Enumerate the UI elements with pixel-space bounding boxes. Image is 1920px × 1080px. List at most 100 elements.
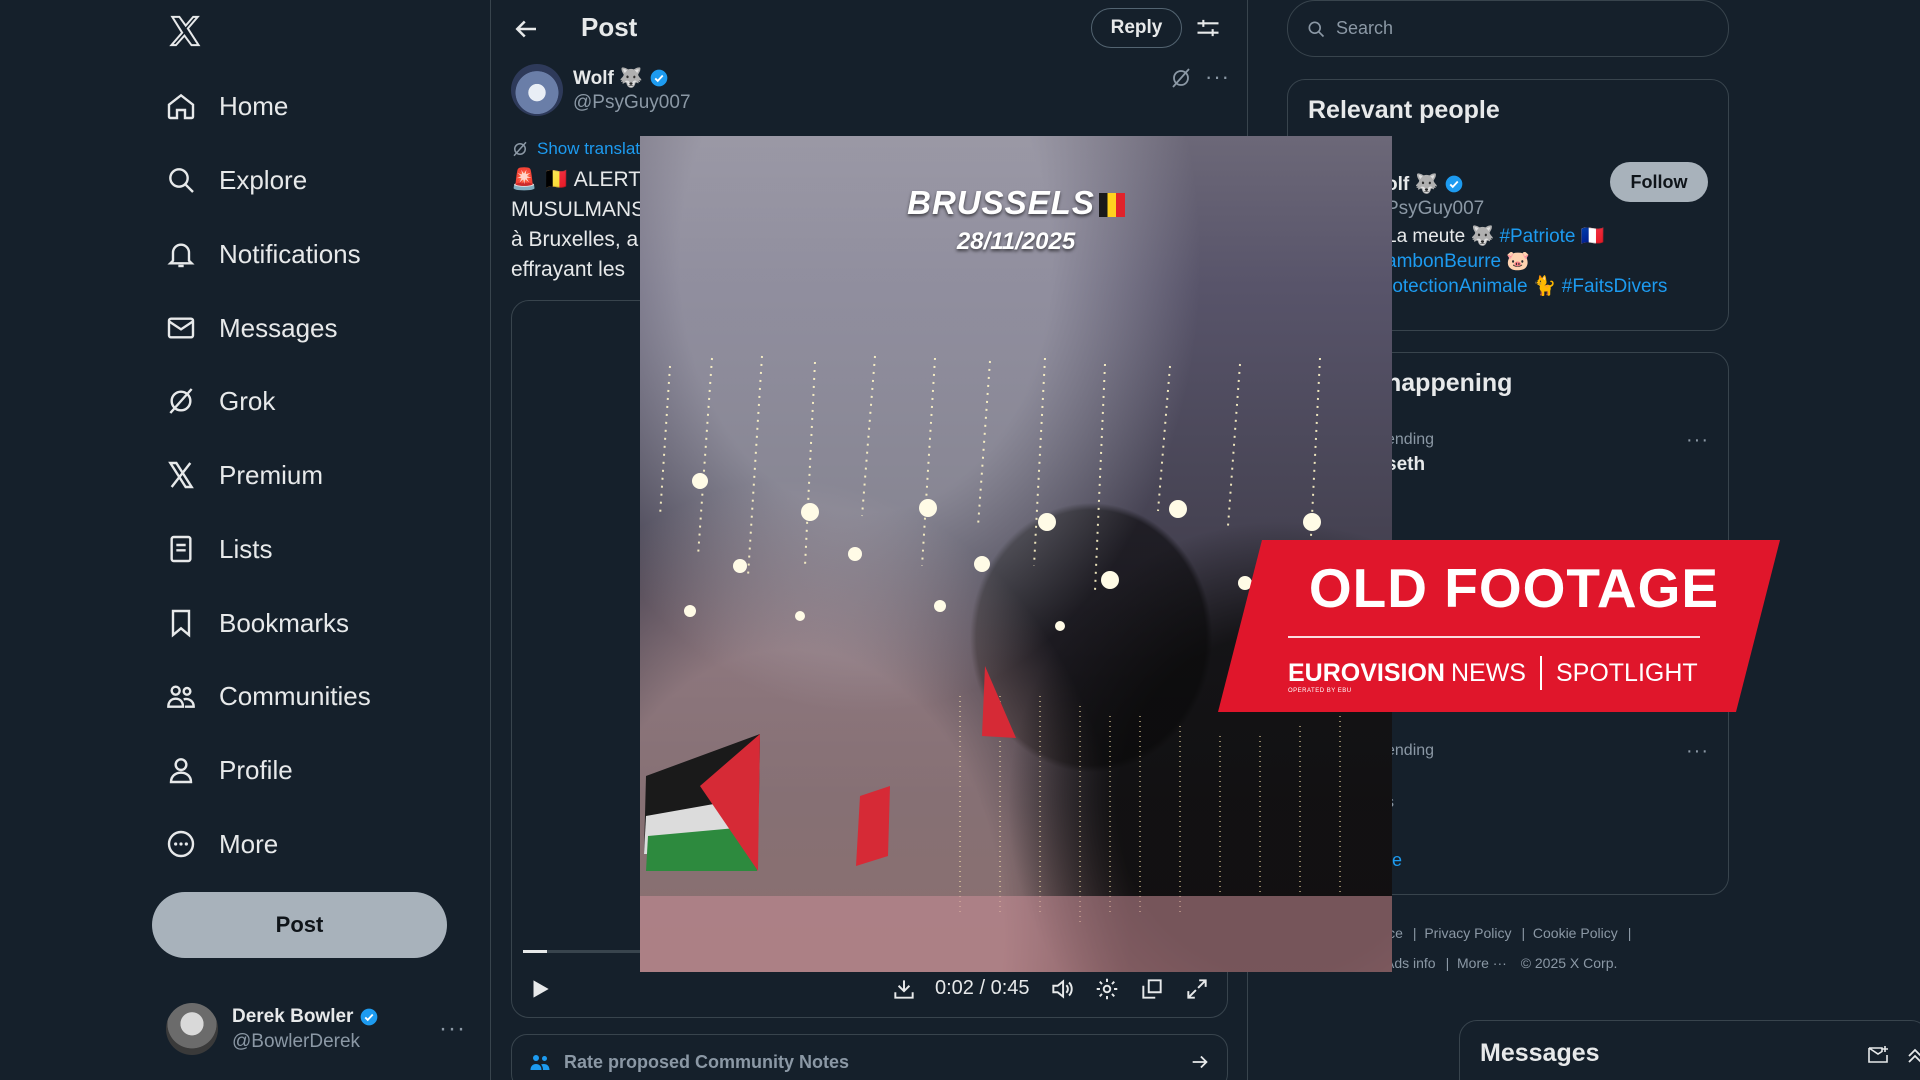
account-handle: @BowlerDerek <box>232 1030 361 1052</box>
post-button[interactable]: Post <box>152 892 447 958</box>
banner-divider <box>1288 636 1700 638</box>
nav-notifications[interactable]: Notifications <box>165 229 361 279</box>
people-icon <box>167 685 195 708</box>
nav-messages-label: Messages <box>219 312 338 343</box>
nav-home[interactable]: Home <box>165 81 288 131</box>
nav-messages[interactable]: Messages <box>165 303 338 353</box>
belgium-flag-icon <box>1098 193 1125 217</box>
video-progress-fill <box>523 950 547 953</box>
eurovision-logo: EUROVISION NEWS SPOTLIGHT <box>1288 656 1698 690</box>
footer-links: ice | Privacy Policy | Cookie Policy | Ads … <box>1385 925 1632 971</box>
chevron-up-icon[interactable] <box>1905 1043 1920 1067</box>
x-logo-icon[interactable] <box>168 14 202 48</box>
video-caption-title-text: BRUSSELS <box>907 184 1095 221</box>
follow-button[interactable]: Follow <box>1610 162 1708 202</box>
grok-icon <box>169 388 193 414</box>
fact-check-banner: OLD FOOTAGE EUROVISION NEWS SPOTLIGHT OP… <box>1218 540 1780 712</box>
arrow-right-icon <box>1192 1055 1208 1069</box>
nav-premium[interactable]: Premium <box>165 450 323 500</box>
relevant-person-name-row[interactable]: olf 🐺 <box>1386 172 1464 196</box>
back-arrow-icon[interactable] <box>511 14 541 44</box>
left-navigation: Home Explore Notifications Messages Grok… <box>0 0 491 1080</box>
trend-more-icon[interactable]: ··· <box>1686 740 1709 763</box>
account-more-icon[interactable]: ··· <box>439 1015 466 1043</box>
bell-icon <box>167 243 195 268</box>
author-handle[interactable]: @PsyGuy007 <box>573 92 691 114</box>
relevant-person-bio: La meute 🐺 #Patriote 🇫🇷 ambonBeurre 🐷 ro… <box>1386 224 1716 299</box>
community-notes-icon <box>530 1055 550 1070</box>
nav-explore[interactable]: Explore <box>165 155 307 205</box>
account-name-row: Derek Bowler <box>232 1006 379 1028</box>
brand-news: NEWS <box>1450 658 1526 687</box>
nav-grok[interactable]: Grok <box>165 376 275 426</box>
nav-lists-label: Lists <box>219 533 273 564</box>
footer-link[interactable]: Cookie Policy <box>1533 925 1618 941</box>
hashtag-link[interactable]: ambonBeurre <box>1386 251 1501 272</box>
hashtag-link[interactable]: #FaitsDivers <box>1562 276 1668 297</box>
new-message-icon[interactable] <box>1866 1043 1890 1067</box>
play-icon[interactable] <box>527 976 553 1002</box>
search-bar[interactable] <box>1287 0 1729 57</box>
flag-emoji: 🇫🇷 <box>1580 226 1605 247</box>
nav-explore-label: Explore <box>219 164 308 195</box>
bio-line: La meute 🐺 #Patriote 🇫🇷 <box>1386 224 1716 249</box>
settings-gear-icon[interactable] <box>1094 976 1120 1002</box>
nav-profile[interactable]: Profile <box>165 745 293 795</box>
nav-profile-label: Profile <box>219 754 293 785</box>
nav-grok-label: Grok <box>219 385 276 416</box>
fullscreen-icon[interactable] <box>1184 976 1210 1002</box>
grok-icon[interactable] <box>1169 66 1193 90</box>
bio-text: La meute 🐺 <box>1386 226 1495 247</box>
account-info: Derek Bowler @BowlerDerek <box>232 1006 379 1053</box>
search-input[interactable] <box>1336 18 1696 39</box>
nav-premium-label: Premium <box>219 459 324 490</box>
relevant-person-name: olf 🐺 <box>1386 174 1439 195</box>
messages-drawer[interactable]: Messages <box>1459 1020 1920 1080</box>
footer-link[interactable]: Privacy Policy <box>1424 925 1511 941</box>
author-name: Wolf 🐺 <box>573 68 643 89</box>
sliders-icon[interactable] <box>1194 14 1222 42</box>
hashtag-link[interactable]: rotectionAnimale <box>1386 276 1528 297</box>
relevant-person-handle[interactable]: PsyGuy007 <box>1386 198 1484 220</box>
trend-meta: ending <box>1386 431 1435 448</box>
bio-line: rotectionAnimale 🐈 #FaitsDivers <box>1386 274 1716 299</box>
relevant-people-title: Relevant people <box>1308 96 1500 124</box>
author-avatar[interactable] <box>511 64 563 116</box>
bookmark-icon <box>171 609 191 638</box>
picture-in-picture-icon[interactable] <box>1139 976 1165 1002</box>
brand-separator <box>1539 656 1542 690</box>
community-notes-bar[interactable]: Rate proposed Community Notes <box>511 1034 1228 1080</box>
brand-spotlight: SPOTLIGHT <box>1555 658 1698 687</box>
nav-lists[interactable]: Lists <box>165 524 272 574</box>
search-icon <box>1308 21 1325 37</box>
author-name-row[interactable]: Wolf 🐺 <box>573 66 669 90</box>
volume-icon[interactable] <box>1049 976 1075 1002</box>
search-icon <box>169 168 194 193</box>
nav-more-label: More <box>219 828 279 859</box>
nav-home-label: Home <box>219 90 289 121</box>
show-translation-link[interactable]: Show translat <box>511 139 640 159</box>
reply-button[interactable]: Reply <box>1091 8 1182 48</box>
brand-eurovision: EUROVISION <box>1288 658 1445 687</box>
page-title: Post <box>581 12 638 42</box>
video-time: 0:02 / 0:45 <box>935 977 1030 999</box>
emoji: 🐷 <box>1506 251 1531 272</box>
trend-more-icon[interactable]: ··· <box>1686 429 1709 452</box>
download-icon[interactable] <box>891 976 917 1002</box>
emoji: 🐈 <box>1532 276 1557 297</box>
nav-bookmarks-label: Bookmarks <box>219 607 350 638</box>
nav-more[interactable]: More <box>165 819 278 869</box>
account-switcher[interactable]: Derek Bowler @BowlerDerek ··· <box>166 1001 466 1057</box>
nav-bookmarks[interactable]: Bookmarks <box>165 598 349 648</box>
list-icon <box>170 535 192 563</box>
verified-badge-icon <box>1445 175 1463 193</box>
community-notes-label: Rate proposed Community Notes <box>564 1051 850 1072</box>
nav-notifications-label: Notifications <box>219 238 361 269</box>
copyright: © 2025 X Corp. <box>1520 955 1618 971</box>
messages-drawer-title: Messages <box>1480 1039 1600 1067</box>
nav-communities[interactable]: Communities <box>165 671 371 721</box>
post-more-icon[interactable]: ··· <box>1205 64 1230 90</box>
footer-link[interactable]: More ··· <box>1457 955 1507 971</box>
hashtag-link[interactable]: #Patriote <box>1499 226 1575 247</box>
footer-link[interactable]: Ads info <box>1385 955 1436 971</box>
